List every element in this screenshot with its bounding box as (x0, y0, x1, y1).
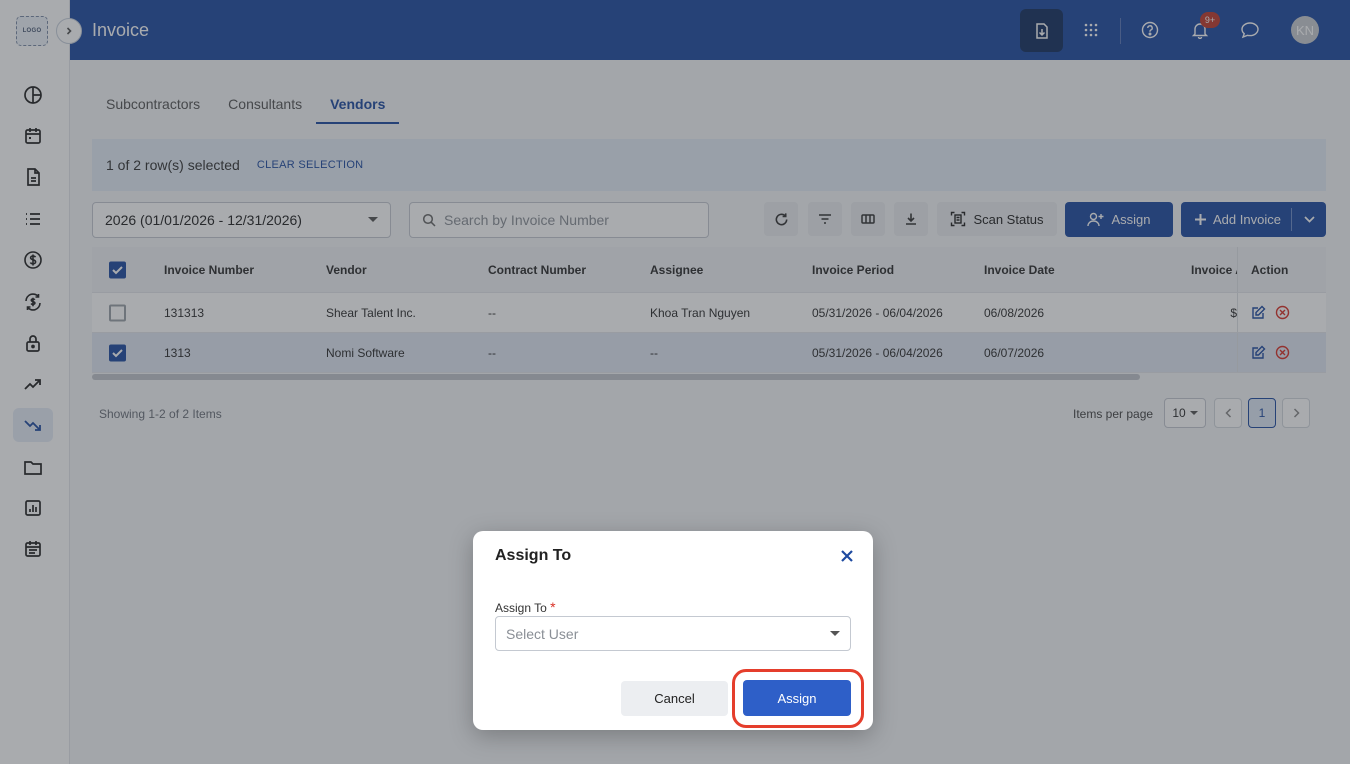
assign-to-dialog: Assign To Assign To * Select User Cancel… (473, 531, 873, 730)
close-icon[interactable] (839, 548, 855, 564)
required-mark: * (550, 599, 556, 615)
select-user-dropdown[interactable]: Select User (495, 616, 851, 651)
cancel-button[interactable]: Cancel (621, 681, 728, 716)
dialog-title: Assign To (495, 547, 572, 564)
select-user-placeholder: Select User (506, 625, 579, 642)
assign-to-label: Assign To * (495, 599, 556, 615)
assign-to-label-text: Assign To (495, 601, 547, 615)
caret-down-icon (830, 630, 840, 636)
confirm-assign-button[interactable]: Assign (743, 680, 851, 716)
